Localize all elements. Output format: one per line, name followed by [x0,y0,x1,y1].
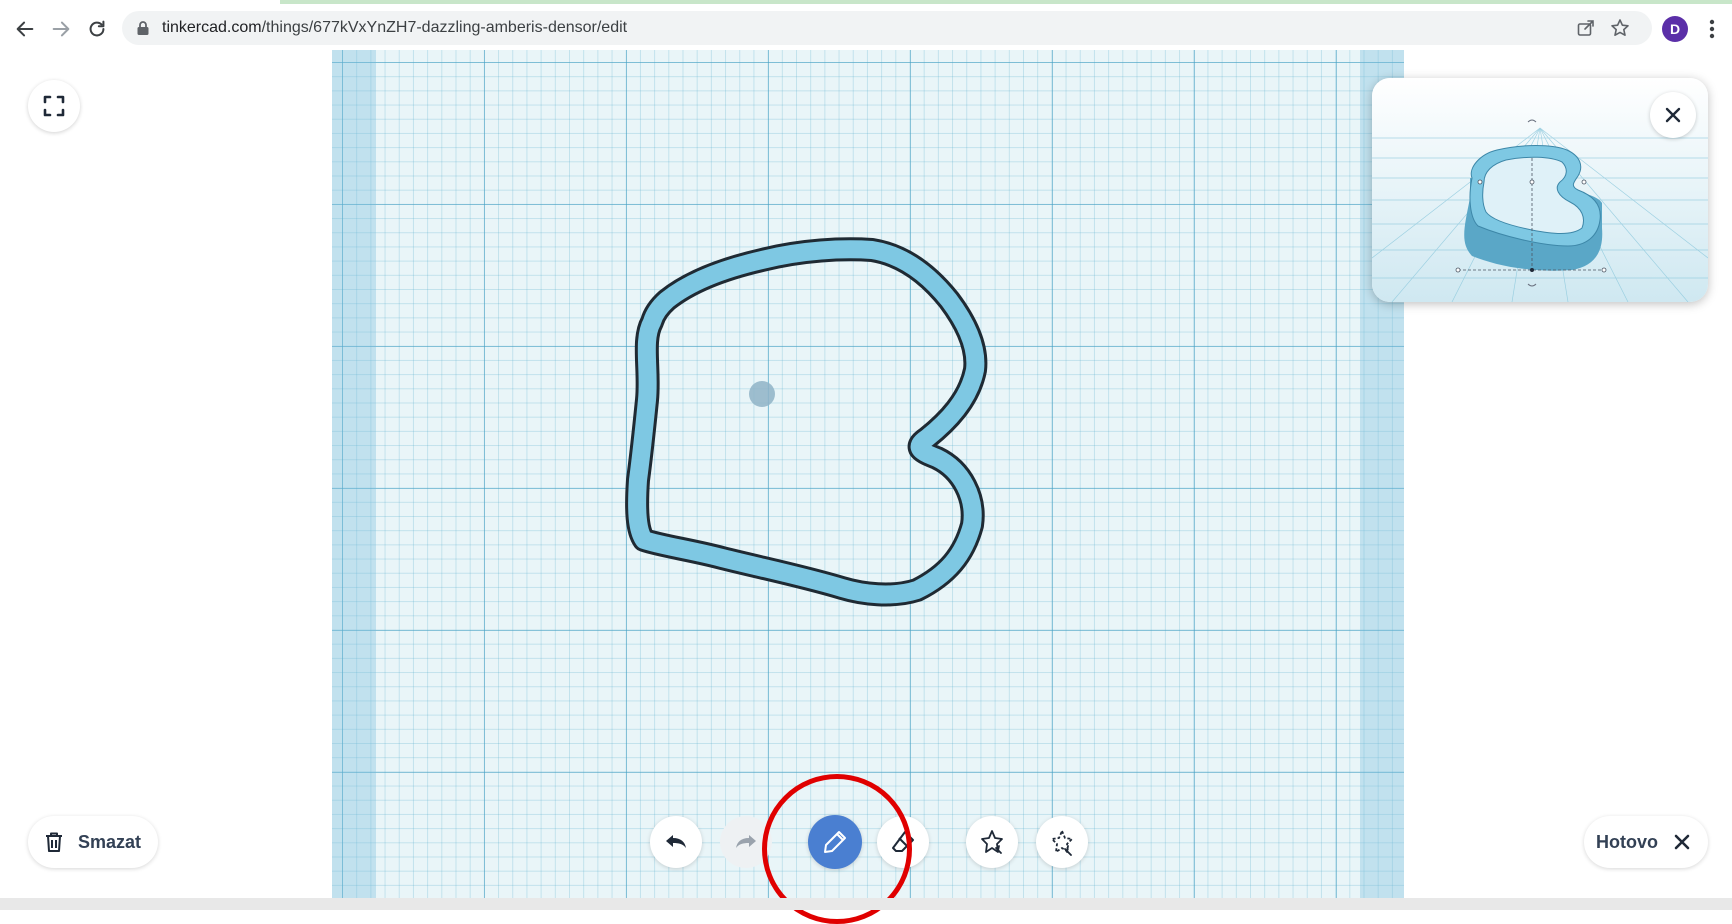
pencil-tool-button[interactable] [808,815,862,869]
undo-icon [666,835,686,848]
trash-icon [46,832,62,852]
delete-button[interactable]: Smazat [28,816,158,868]
shape-remove-icon [1051,830,1073,856]
back-arrow-icon [16,21,34,37]
forward-button[interactable] [46,14,76,44]
fullscreen-icon [43,95,65,117]
shape-add-icon [981,830,1003,854]
star-icon[interactable] [1610,18,1630,38]
preview-close-button[interactable] [1650,92,1696,138]
profile-avatar[interactable]: D [1662,16,1688,42]
close-icon [1674,834,1690,850]
undo-button[interactable] [650,816,702,868]
drawn-shape-fill [628,240,985,604]
page-load-bar [280,0,1732,4]
window-bottom-edge [0,898,1732,910]
browser-chrome: tinkercad.com/things/677kVxYnZH7-dazzlin… [0,0,1732,56]
delete-label: Smazat [78,831,142,852]
url-host: tinkercad.com [162,19,262,36]
address-bar[interactable]: tinkercad.com/things/677kVxYnZH7-dazzlin… [122,11,1652,45]
url-text: tinkercad.com/things/677kVxYnZH7-dazzlin… [162,19,627,37]
shape-add-button[interactable] [966,816,1018,868]
url-path: /things/677kVxYnZH7-dazzling-amberis-den… [261,19,628,36]
eraser-tool-button[interactable] [877,816,929,868]
sketch-editor: Smazat Hotovo [0,50,1732,924]
done-button[interactable]: Hotovo [1584,816,1708,868]
share-icon[interactable] [1576,18,1596,38]
reload-icon [89,20,105,37]
redo-icon [736,835,756,848]
done-label: Hotovo [1596,831,1658,852]
shape-center-handle[interactable] [749,381,775,407]
eraser-icon [892,831,914,852]
kebab-menu-icon[interactable] [1702,16,1722,42]
lock-icon [137,21,149,35]
fullscreen-button[interactable] [28,80,80,132]
pencil-icon [824,831,846,853]
close-icon [1665,107,1681,123]
back-button[interactable] [10,14,40,44]
3d-preview-panel[interactable] [1372,78,1708,302]
drawing-canvas[interactable] [332,50,1404,898]
reload-button[interactable] [82,14,112,44]
redo-button[interactable] [720,816,772,868]
shape-remove-button[interactable] [1036,816,1088,868]
forward-arrow-icon [52,21,70,37]
sketch-drawing [625,237,988,607]
